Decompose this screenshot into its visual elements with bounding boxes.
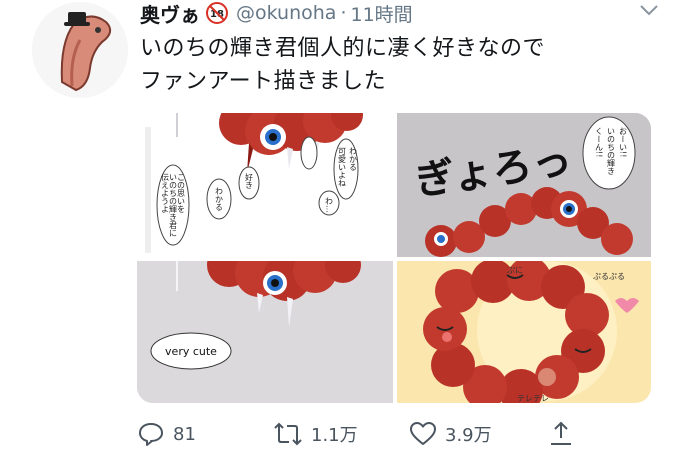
sfx-text: ぷに [507,266,523,275]
separator: · [340,2,347,24]
media-panel-2[interactable]: ぎょろっ おーい!! いのちの輝き くーん!! [397,113,651,257]
reply-button[interactable]: 81 [137,418,196,450]
bubble-text: わかる [349,147,358,171]
media-panel-3[interactable]: very cute [137,261,393,403]
timestamp[interactable]: 11時間 [350,0,412,27]
like-count: 3.9万 [445,425,492,446]
media-panel-1[interactable]: この思いを いのちの輝き君に 伝えようよ わかる 好き わかる 可愛いよね わ… [137,113,393,257]
share-icon [551,421,571,445]
bubble-text: very cute [165,345,217,358]
retweet-count: 1.1万 [311,425,358,446]
bubble-text: くーん!! [595,127,604,157]
media-grid[interactable]: この思いを いのちの輝き君に 伝えようよ わかる 好き わかる 可愛いよね わ…… [137,113,651,403]
display-name[interactable]: 奥ヴぁ [140,0,200,28]
bubble-text: この思いを [177,173,186,213]
bubble-text: 可愛いよね [338,147,347,187]
bubble-text: いのちの輝き君に [169,173,178,237]
chevron-down-icon[interactable] [638,2,660,18]
like-button[interactable]: 3.9万 [409,418,492,450]
retweet-icon [274,422,302,446]
reply-count: 81 [173,423,196,445]
retweet-button[interactable]: 1.1万 [273,418,358,450]
bubble-text: 好き [245,172,254,189]
heart-icon [410,422,436,445]
bubble-text: わかる [215,187,224,211]
tweet-text: いのちの輝き君個人的に凄く好きなので ファンアート描きました [140,32,660,98]
bubble-text: おーい!! [619,127,628,157]
bubble-text: 伝えようよ [161,172,170,213]
bubble-text: いのちの輝き [607,127,616,175]
tweet-text-line: いのちの輝き君個人的に凄く好きなので [140,36,546,61]
bubble-text: わ… [325,197,334,213]
tweet-text-line: ファンアート描きました [140,69,387,94]
avatar-badge-icon: 18 [206,2,228,24]
tweet-actions: 81 1.1万 3.9万 [137,418,657,450]
user-handle[interactable]: @okunoha [236,2,336,24]
sfx-text: テレテレ [517,394,549,403]
tweet-header: 奥ヴぁ 18 @okunoha · 11時間 [140,0,413,28]
share-button[interactable] [547,418,575,450]
sfx-text: ぷるぷる [593,272,625,281]
media-panel-4[interactable]: ぷに ぷるぷる テレテレ [397,261,651,403]
reply-icon [139,423,163,446]
avatar-image [32,2,128,98]
avatar[interactable] [32,2,128,98]
